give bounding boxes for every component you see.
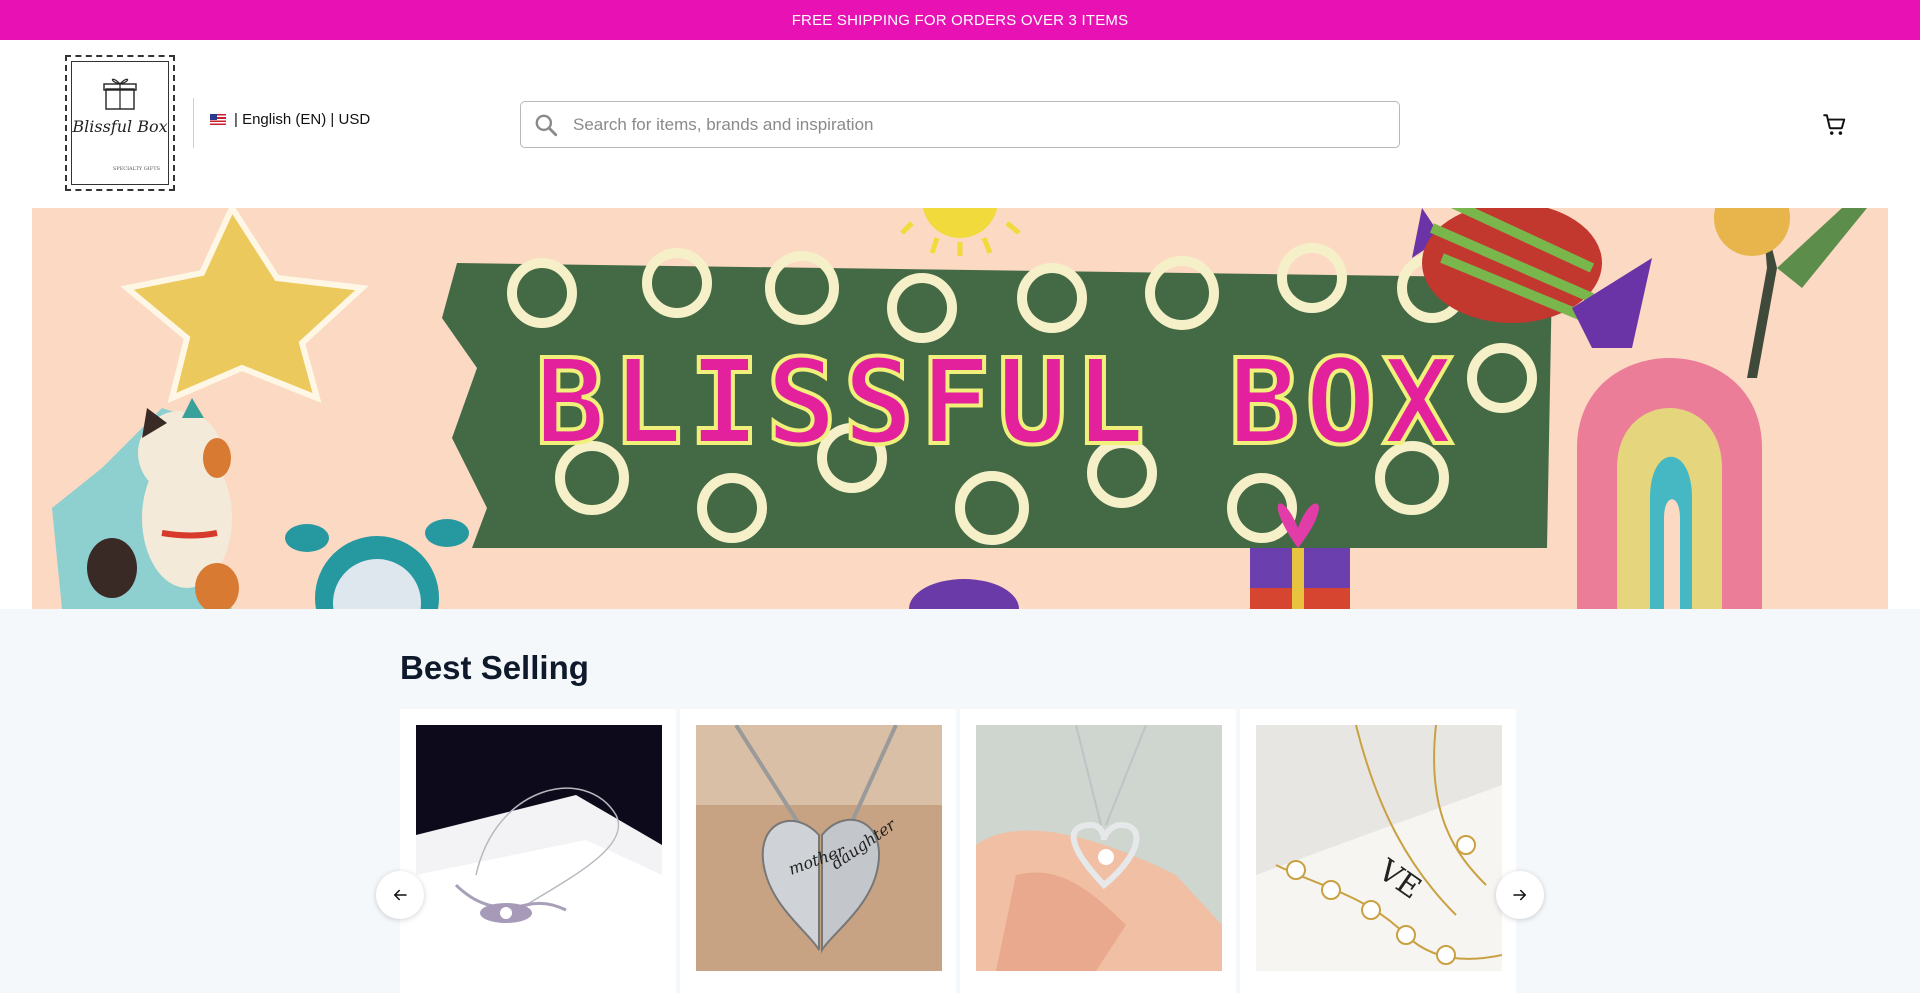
section-title: Best Selling (400, 649, 589, 686)
cart-icon[interactable] (1822, 112, 1848, 138)
arrow-left-icon (394, 889, 407, 901)
header-divider (193, 98, 194, 148)
logo-frame: Blissful Box SPECIALTY GIFTS (71, 61, 169, 185)
search-icon[interactable] (533, 112, 559, 138)
logo-script-text: Blissful Box (72, 116, 168, 136)
banner-illustration: BLISSFUL BOX (52, 208, 1867, 609)
product-image-mother-daughter-necklace[interactable]: mother daughter (696, 725, 942, 971)
hero-banner[interactable]: BLISSFUL BOX (32, 208, 1888, 609)
donut-icon (909, 579, 1019, 609)
rainbow-icon (1577, 358, 1762, 609)
product-image-gold-clover-set[interactable]: VE (1256, 725, 1502, 971)
site-header: Blissful Box SPECIALTY GIFTS | English (… (0, 40, 1920, 208)
announcement-text: FREE SHIPPING FOR ORDERS OVER 3 ITEMS (791, 11, 1129, 29)
search-input[interactable] (573, 114, 1373, 135)
us-flag-icon (210, 114, 226, 125)
product-card[interactable] (400, 709, 676, 993)
carousel-next-button[interactable] (1496, 871, 1544, 919)
logo-small-text: SPECIALTY GIFTS (112, 165, 160, 172)
announcement-bar: FREE SHIPPING FOR ORDERS OVER 3 ITEMS (0, 0, 1920, 40)
product-image-heart-pendant[interactable] (976, 725, 1222, 971)
star-icon (120, 208, 369, 404)
cat-icon (52, 398, 239, 609)
product-card[interactable]: mother daughter (680, 709, 956, 993)
site-logo[interactable]: Blissful Box SPECIALTY GIFTS (65, 55, 175, 191)
flower-icon (1714, 208, 1867, 378)
locale-selector[interactable]: | English (EN) | USD (210, 111, 370, 128)
banner-headline: BLISSFUL BOX (535, 333, 1460, 471)
locale-label: | English (EN) | USD (234, 111, 371, 128)
alarm-clock-icon (285, 519, 469, 609)
product-card[interactable]: VE (1240, 709, 1516, 993)
product-carousel: mother daughter VE (400, 709, 1516, 993)
product-card[interactable] (960, 709, 1236, 993)
sun-icon (900, 208, 1021, 256)
carousel-prev-button[interactable] (376, 871, 424, 919)
search-bar[interactable] (520, 101, 1400, 148)
arrow-right-icon (1513, 889, 1526, 901)
best-selling-section: Best Selling mother daughter VE (0, 609, 1920, 993)
product-image-silver-necklace[interactable] (416, 725, 662, 971)
gift-box-icon (103, 78, 137, 110)
